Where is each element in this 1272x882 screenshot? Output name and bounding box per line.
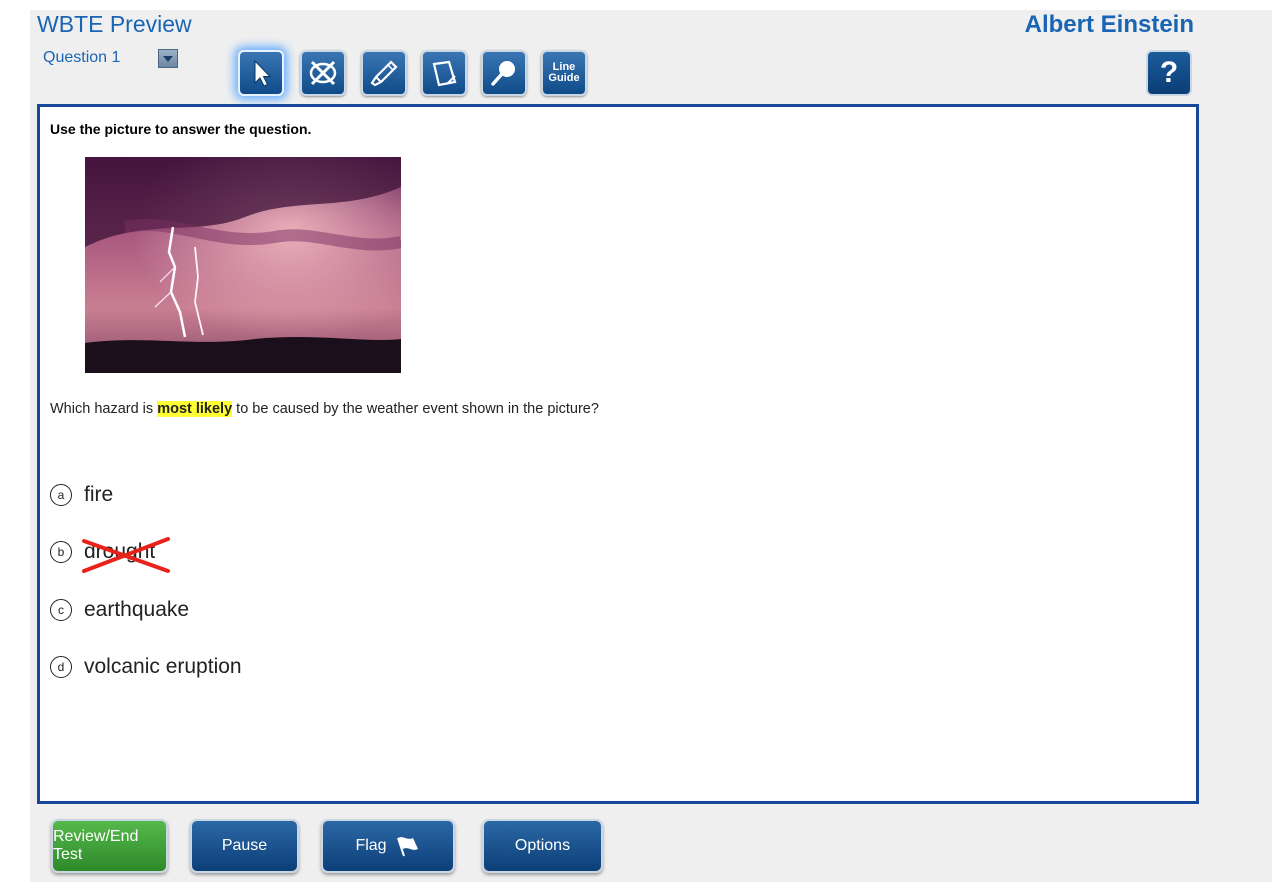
magnifier-tool-button[interactable] [481, 50, 527, 96]
help-button[interactable]: ? [1146, 50, 1192, 96]
eliminator-x-icon [309, 60, 337, 86]
answer-eliminator-tool-button[interactable] [300, 50, 346, 96]
line-guide-label-line2: Guide [548, 72, 580, 84]
answer-bubble-d[interactable]: d [50, 656, 72, 678]
question-stem-text-after: to be caused by the weather event shown … [232, 401, 599, 417]
user-name: Albert Einstein [1024, 11, 1194, 38]
options-button[interactable]: Options [482, 819, 603, 873]
answer-bubble-c[interactable]: c [50, 599, 72, 621]
answer-bubble-b[interactable]: b [50, 541, 72, 563]
line-guide-tool-button[interactable]: Line Guide [541, 50, 587, 96]
answer-text-a: fire [84, 483, 114, 506]
question-number-label: Question 1 [43, 49, 121, 66]
magnifier-icon [491, 61, 515, 86]
question-stem: Which hazard is most likely to be caused… [50, 401, 599, 417]
flag-label: Flag [355, 837, 387, 854]
arrow-pointer-icon [254, 59, 272, 87]
pause-button[interactable]: Pause [190, 819, 299, 873]
note-icon [432, 60, 457, 87]
app-title: WBTE Preview [37, 11, 192, 37]
answer-option-b[interactable]: b drought [50, 537, 170, 573]
answer-bubble-a[interactable]: a [50, 484, 72, 506]
chevron-down-icon [163, 55, 173, 62]
options-label: Options [514, 837, 571, 854]
question-content-panel: Use the picture to answer the question. [37, 104, 1199, 804]
answer-b-wrapper: drought [82, 537, 170, 573]
answer-text-d: volcanic eruption [84, 655, 242, 678]
question-selector-dropdown[interactable] [158, 49, 178, 68]
answer-option-a[interactable]: a fire [50, 483, 113, 507]
review-end-test-button[interactable]: Review/End Test [51, 819, 168, 873]
pointer-tool-button[interactable] [238, 50, 284, 96]
answer-text-b: drought [84, 540, 156, 563]
answer-option-d[interactable]: d volcanic eruption [50, 655, 242, 679]
flag-icon [396, 837, 418, 857]
lightning-storm-photo [85, 157, 401, 373]
highlighter-icon [370, 60, 398, 87]
question-instructions: Use the picture to answer the question. [50, 121, 312, 137]
review-end-test-label: Review/End Test [53, 828, 139, 863]
answer-text-c: earthquake [84, 598, 190, 621]
sticky-note-tool-button[interactable] [421, 50, 467, 96]
pause-label: Pause [221, 837, 268, 854]
line-guide-icon: Line Guide [548, 62, 579, 84]
answer-option-c[interactable]: c earthquake [50, 598, 189, 622]
highlighter-tool-button[interactable] [361, 50, 407, 96]
highlighted-phrase: most likely [157, 401, 233, 417]
question-stem-text-before: Which hazard is [50, 401, 158, 417]
flag-button[interactable]: Flag [321, 819, 455, 873]
